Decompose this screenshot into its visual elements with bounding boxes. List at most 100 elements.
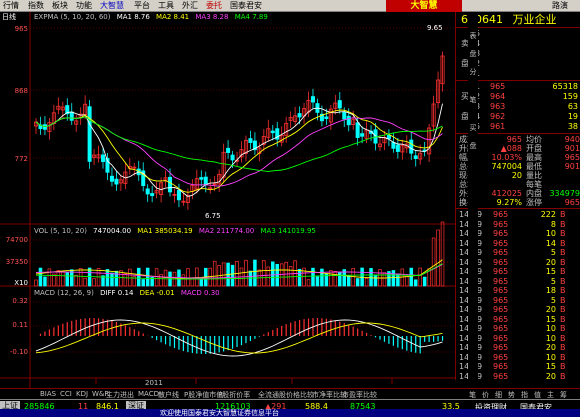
- side-tab[interactable]: 买: [468, 124, 478, 133]
- side-tab[interactable]: 表: [468, 32, 478, 41]
- stat-value: 965: [564, 198, 580, 207]
- volume-bar: [74, 274, 78, 287]
- indicator-tab[interactable]: MACD: [138, 390, 159, 398]
- volume-bar: [141, 279, 145, 287]
- buy-price: 963: [490, 102, 506, 111]
- stat-label: 最高: [526, 153, 542, 162]
- kline-chart[interactable]: [0, 12, 455, 388]
- ma3-line: [35, 116, 443, 187]
- menu-quote[interactable]: 行情: [3, 0, 19, 12]
- indicator-tab[interactable]: KDJ: [76, 390, 88, 398]
- volume-bar: [320, 268, 324, 287]
- menu-function[interactable]: 功能: [76, 0, 92, 12]
- news-ticker[interactable]: 欢迎使用国泰君安大智慧证券信息平台: [0, 409, 580, 417]
- volume-bar: [145, 267, 150, 287]
- side-tab[interactable]: 分: [468, 68, 478, 77]
- high-price-marker: 9.65: [427, 24, 443, 32]
- dea-line: [35, 322, 443, 354]
- tick-flag: B: [560, 286, 566, 295]
- stat-value: 334979: [549, 189, 580, 198]
- menu-dzh[interactable]: 大智慧: [100, 0, 124, 12]
- tick-volume: 10: [545, 324, 556, 333]
- candle-body: [150, 193, 155, 197]
- tick-flag: B: [560, 267, 566, 276]
- candle-body: [395, 144, 400, 152]
- stat-value: 20: [511, 171, 522, 180]
- roadshow-link[interactable]: 路演: [552, 0, 568, 12]
- tick-price: 965: [493, 276, 509, 286]
- menu-forex[interactable]: 外汇: [182, 0, 198, 12]
- period-label[interactable]: 日线: [2, 13, 16, 22]
- menu-index[interactable]: 指数: [28, 0, 44, 12]
- ma-legend-3: MA3 8.28: [195, 13, 229, 21]
- volume-bar: [78, 268, 83, 287]
- volume-bar: [329, 270, 333, 287]
- volume-bar: [119, 270, 123, 287]
- stat-label: 涨停: [526, 198, 542, 207]
- tick-volume: 15: [545, 314, 556, 324]
- indicator-tab[interactable]: CCI: [60, 390, 72, 398]
- tick-price: 965: [493, 295, 509, 305]
- volume-bar: [440, 221, 445, 287]
- candle-body: [297, 113, 302, 118]
- macd-legend-0: MACD (12, 26, 9): [34, 289, 94, 297]
- indicator-tab[interactable]: BIAS: [40, 390, 56, 398]
- buy-price: 961: [490, 122, 506, 131]
- volume-bar: [288, 266, 293, 287]
- candle-body: [248, 138, 253, 143]
- tick-price: 965: [493, 248, 509, 257]
- tick-price: 965: [493, 362, 509, 371]
- tick-price: 965: [493, 371, 509, 381]
- menu-broker[interactable]: 国泰君安: [230, 0, 262, 12]
- side-tab[interactable]: 盘: [468, 142, 478, 151]
- volume-bar: [355, 278, 360, 287]
- volume-bar: [83, 277, 87, 287]
- volume-bar: [297, 268, 302, 287]
- vol-axis-unit: X10: [14, 279, 28, 287]
- stat-value: 9.27%: [496, 198, 522, 207]
- stat-label: 最低: [526, 162, 542, 171]
- tick-volume: 15: [545, 267, 556, 276]
- tick-flag: B: [560, 362, 566, 371]
- price-axis-mid: 868: [14, 87, 28, 95]
- stat-label: 开盘: [526, 144, 542, 153]
- ma-legend: EXPMA (5, 10, 20, 60) MA1 8.76 MA2 8.41 …: [34, 13, 272, 22]
- stat-value: 10.03%: [491, 153, 522, 162]
- tick-flag: B: [560, 248, 566, 257]
- side-tab[interactable]: 盘: [468, 50, 478, 59]
- side-tab[interactable]: 笔: [468, 96, 478, 105]
- macd-legend-1: DIFF 0.14: [100, 289, 134, 297]
- candle-body: [409, 139, 414, 154]
- tick-price: 965: [493, 286, 509, 295]
- tick-flag: B: [560, 305, 566, 314]
- volume-bar: [110, 272, 114, 287]
- volume-bar: [418, 267, 422, 287]
- diff-line: [35, 319, 443, 357]
- stat-value: ▲088: [500, 144, 522, 153]
- candle-body: [203, 176, 208, 185]
- buy-price: 965: [490, 82, 506, 91]
- volume-bar: [373, 275, 378, 287]
- tick-price: 965: [493, 333, 509, 343]
- volume-bar: [333, 271, 338, 287]
- stat-label: 内盘: [526, 189, 542, 198]
- candle-body: [87, 106, 92, 162]
- tick-price: 965: [493, 210, 509, 219]
- menu-platform[interactable]: 平台: [134, 0, 150, 12]
- side-tabs: 表盘分笔买盘: [468, 12, 478, 380]
- tick-flag: B: [560, 257, 566, 267]
- menu-trade[interactable]: 委托: [206, 0, 222, 12]
- volume-bar: [154, 268, 159, 287]
- volume-bar: [43, 276, 47, 287]
- buy-volume: 19: [567, 112, 578, 121]
- stat-value: 965: [564, 153, 580, 162]
- volume-bar: [396, 273, 400, 287]
- candle-body: [310, 96, 315, 103]
- buy-volume: 159: [562, 92, 578, 101]
- volume-bar: [105, 269, 110, 287]
- tick-volume: 10: [545, 333, 556, 343]
- tick-flag: B: [560, 276, 566, 286]
- menu-tools[interactable]: 工具: [158, 0, 174, 12]
- menu-sector[interactable]: 板块: [52, 0, 68, 12]
- buy-volume: 38: [567, 122, 578, 131]
